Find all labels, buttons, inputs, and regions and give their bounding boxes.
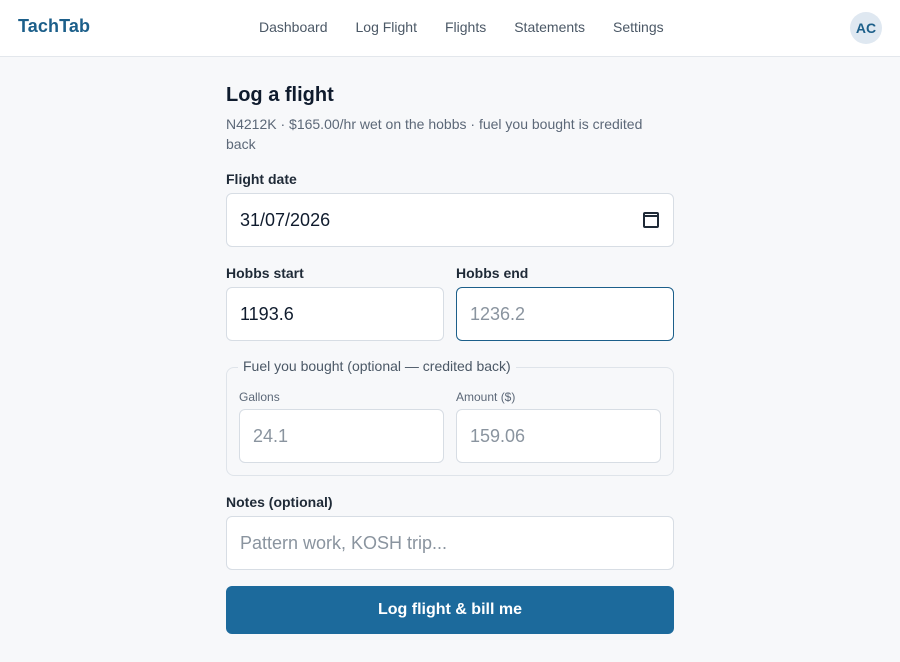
calendar-icon[interactable] xyxy=(643,212,659,228)
top-bar: TachTab Dashboard Log Flight Flights Sta… xyxy=(0,0,900,57)
hobbs-end-input[interactable]: 1236.2 xyxy=(456,287,674,341)
flight-date-label: Flight date xyxy=(226,171,297,187)
log-flight-button[interactable]: Log flight & bill me xyxy=(226,586,674,634)
main-nav: Dashboard Log Flight Flights Statements … xyxy=(259,19,692,35)
nav-dashboard[interactable]: Dashboard xyxy=(259,19,328,35)
flight-date-value: 31/07/2026 xyxy=(240,209,331,230)
amount-label: Amount ($) xyxy=(456,390,516,404)
hobbs-start-value: 1193.6 xyxy=(240,303,294,324)
page-subtitle: N4212K · $165.00/hr wet on the hobbs · f… xyxy=(226,116,643,152)
nav-settings[interactable]: Settings xyxy=(613,19,664,35)
fuel-legend: Fuel you bought (optional — credited bac… xyxy=(238,358,516,374)
notes-label: Notes (optional) xyxy=(226,494,333,510)
flight-date-input[interactable]: 31/07/2026 xyxy=(226,193,674,247)
page-title: Log a flight xyxy=(226,84,334,106)
hobbs-start-label: Hobbs start xyxy=(226,265,304,281)
gallons-placeholder: 24.1 xyxy=(253,425,289,446)
hobbs-end-label: Hobbs end xyxy=(456,265,529,281)
nav-statements[interactable]: Statements xyxy=(514,19,585,35)
notes-placeholder: Pattern work, KOSH trip... xyxy=(240,532,448,553)
amount-input[interactable]: 159.06 xyxy=(456,409,661,463)
nav-log-flight[interactable]: Log Flight xyxy=(356,19,417,35)
avatar[interactable]: AC xyxy=(850,12,882,44)
nav-flights[interactable]: Flights xyxy=(445,19,486,35)
gallons-label: Gallons xyxy=(239,390,280,404)
hobbs-start-input[interactable]: 1193.6 xyxy=(226,287,444,341)
amount-placeholder: 159.06 xyxy=(470,425,526,446)
gallons-input[interactable]: 24.1 xyxy=(239,409,444,463)
notes-input[interactable]: Pattern work, KOSH trip... xyxy=(226,516,674,570)
brand-logo[interactable]: TachTab xyxy=(18,16,90,37)
hobbs-end-placeholder: 1236.2 xyxy=(470,303,526,324)
